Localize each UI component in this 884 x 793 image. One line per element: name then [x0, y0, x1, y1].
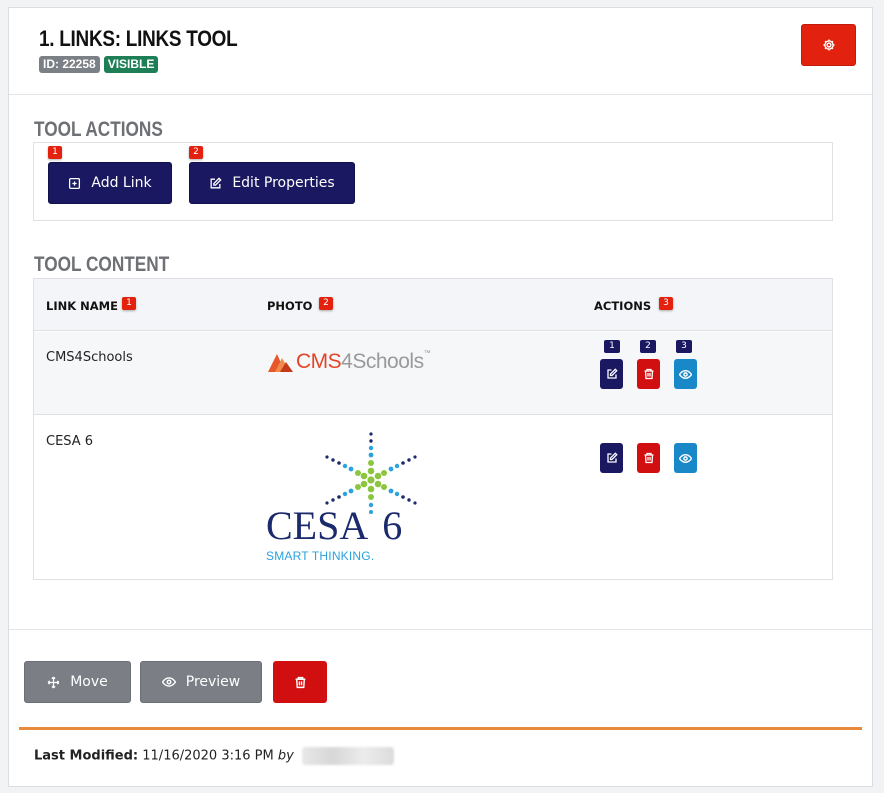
- settings-button[interactable]: [801, 24, 856, 66]
- edit-properties-label: Edit Properties: [232, 175, 335, 191]
- edit-properties-button[interactable]: Edit Properties: [189, 162, 355, 204]
- preview-button[interactable]: Preview: [140, 661, 262, 703]
- col-photo: PHOTO: [267, 299, 313, 313]
- move-label: Move: [70, 674, 108, 690]
- col-link-name: LINK NAME: [46, 299, 118, 313]
- trash-icon: [644, 368, 653, 380]
- cms-flame-icon: [268, 354, 293, 372]
- gear-icon: [822, 39, 835, 51]
- cesa6-logo: CESA 6 SMART THINKING.: [264, 430, 424, 570]
- logo-four-text: 4: [341, 350, 353, 373]
- action-marker-1: 1: [604, 340, 620, 353]
- edit-icon: [606, 368, 618, 379]
- view-link-button[interactable]: [674, 359, 697, 389]
- trash-icon: [295, 676, 305, 688]
- marker-1: 1: [48, 146, 62, 159]
- edit-icon: [606, 452, 618, 463]
- eye-icon: [161, 677, 176, 687]
- edit-link-button[interactable]: [600, 443, 623, 473]
- link-name: CMS4Schools: [46, 350, 133, 365]
- edit-icon: [210, 176, 222, 188]
- col-marker-2: 2: [319, 297, 333, 310]
- add-link-button[interactable]: Add Link: [48, 162, 172, 204]
- preview-label: Preview: [185, 674, 241, 690]
- delete-link-button[interactable]: [637, 443, 660, 473]
- link-name: CESA 6: [46, 434, 94, 449]
- logo-schools-text: Schools: [352, 350, 424, 373]
- eye-icon: [679, 453, 692, 463]
- edit-link-button[interactable]: [600, 359, 623, 389]
- tool-content-title: TOOL CONTENT: [34, 253, 170, 276]
- modified-value: 11/16/2020 3:16 PM: [142, 748, 274, 764]
- logo-tm-text: ™: [423, 350, 431, 357]
- redacted-author: [301, 747, 394, 765]
- delete-tool-button[interactable]: [273, 661, 327, 703]
- logo-six-text: 6: [382, 503, 403, 548]
- trash-icon: [644, 452, 653, 464]
- delete-link-button[interactable]: [637, 359, 660, 389]
- col-actions: ACTIONS: [594, 299, 652, 313]
- by-label: by: [277, 748, 294, 764]
- tool-header: 1. LINKS: LINKS TOOL ID: 22258 VISIBLE: [9, 8, 872, 95]
- add-link-label: Add Link: [91, 175, 152, 191]
- cms4schools-logo: CMS4Schools™: [266, 347, 431, 375]
- col-marker-1: 1: [122, 297, 136, 310]
- modified-label: Last Modified:: [34, 748, 139, 764]
- move-icon: [47, 676, 60, 688]
- view-link-button[interactable]: [674, 443, 697, 473]
- badges: ID: 22258 VISIBLE: [39, 56, 159, 73]
- last-modified: Last Modified: 11/16/2020 3:16 PM by: [34, 747, 394, 765]
- plus-square-icon: [69, 177, 81, 189]
- links-table: LINK NAME 1 PHOTO 2 ACTIONS 3 CMS4School…: [33, 278, 833, 580]
- footer-accent-line: [19, 727, 862, 730]
- table-row: CESA 6 CESA 6 SMART THINKING.: [34, 416, 832, 579]
- tool-title: 1. LINKS: LINKS TOOL: [39, 26, 238, 51]
- move-button[interactable]: Move: [24, 661, 131, 703]
- logo-cms-text: CMS: [296, 350, 342, 373]
- tool-card: 1. LINKS: LINKS TOOL ID: 22258 VISIBLE T…: [8, 7, 873, 787]
- footer-divider: [9, 629, 872, 630]
- eye-icon: [679, 369, 692, 379]
- col-marker-3: 3: [659, 297, 673, 310]
- logo-tagline: SMART THINKING.: [266, 549, 375, 563]
- table-header: LINK NAME 1 PHOTO 2 ACTIONS 3: [34, 279, 832, 331]
- tool-actions-title: TOOL ACTIONS: [34, 118, 163, 141]
- visible-badge: VISIBLE: [103, 56, 159, 73]
- marker-2: 2: [189, 146, 203, 159]
- action-marker-3: 3: [676, 340, 692, 353]
- table-row: CMS4Schools CMS4Schools™ 1 2 3: [34, 332, 832, 415]
- logo-cesa-text: CESA: [266, 503, 369, 548]
- tool-actions-box: 1 Add Link 2 Edit Properties: [33, 142, 833, 221]
- action-marker-2: 2: [640, 340, 656, 353]
- id-badge: ID: 22258: [39, 56, 100, 73]
